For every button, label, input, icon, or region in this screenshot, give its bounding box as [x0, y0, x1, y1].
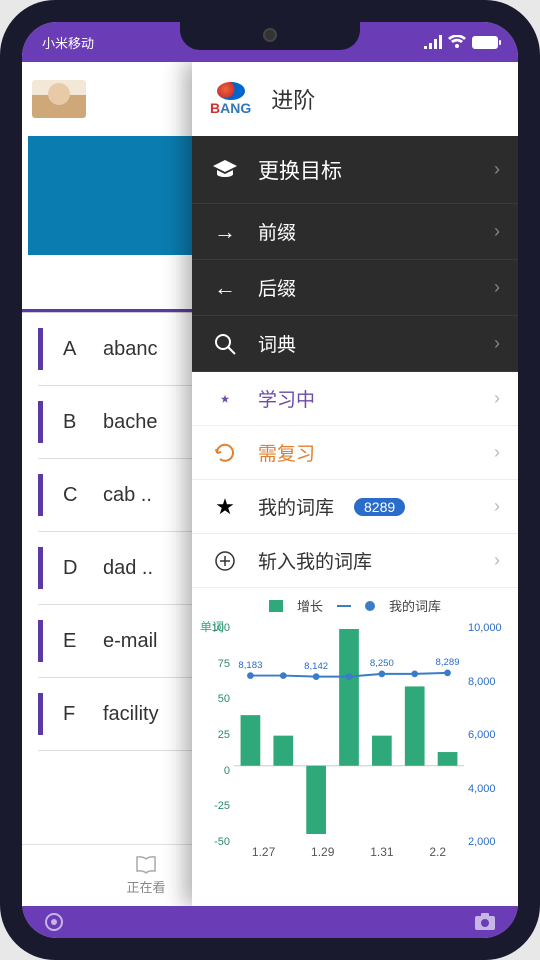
menu-item[interactable]: 斩入我的词库› — [192, 534, 518, 588]
arrow-left-icon: ← — [212, 275, 238, 301]
chevron-right-icon: › — [494, 550, 500, 571]
svg-text:8,183: 8,183 — [238, 660, 262, 671]
book-icon — [135, 856, 157, 874]
chevron-right-icon: › — [494, 442, 500, 463]
signal-icon — [424, 35, 442, 49]
star-icon: ★ — [212, 494, 238, 520]
chevron-right-icon: › — [494, 277, 500, 298]
legend-line-icon — [365, 601, 375, 611]
menu-item-arrow-left[interactable]: ←后缀› — [192, 260, 518, 316]
count-badge: 8289 — [354, 498, 405, 516]
chevron-right-icon: › — [494, 496, 500, 517]
refresh-icon — [212, 443, 238, 463]
menu-item-arrow-right[interactable]: →前缀› — [192, 204, 518, 260]
carrier-label: 小米移动 — [42, 33, 94, 52]
chevron-right-icon: › — [494, 221, 500, 242]
search-icon — [212, 333, 238, 355]
svg-text:8,142: 8,142 — [304, 661, 328, 672]
chevron-right-icon: › — [494, 159, 500, 180]
drawer-title: 进阶 — [271, 83, 315, 115]
avatar[interactable] — [32, 80, 86, 118]
star-half-icon: ⋆ — [212, 386, 238, 412]
svg-text:8,250: 8,250 — [370, 658, 394, 669]
menu-item[interactable]: ★我的词库8289› — [192, 480, 518, 534]
camera-nav-icon[interactable] — [474, 913, 496, 931]
stats-chart: 增长 我的词库 单词 1007550250-25-50 10,0008,0006… — [192, 588, 518, 906]
wifi-icon — [448, 35, 466, 49]
system-nav — [22, 906, 518, 938]
menu-item-search[interactable]: 词典› — [192, 316, 518, 372]
menu-item[interactable]: 需复习› — [192, 426, 518, 480]
cap-icon — [212, 160, 238, 180]
chevron-right-icon: › — [494, 388, 500, 409]
app-logo: BANG — [210, 82, 251, 116]
side-drawer: BANG 进阶 更换目标›→前缀›←后缀›词典› ⋆学习中›需复习› ★ 我的词库 8… — [192, 62, 518, 906]
menu-item[interactable]: ⋆学习中› — [192, 372, 518, 426]
menu-item-cap[interactable]: 更换目标› — [192, 136, 518, 204]
battery-icon — [472, 36, 498, 49]
plus-icon — [212, 551, 238, 571]
legend-bar-icon — [269, 600, 283, 612]
legend-line-label: 我的词库 — [389, 596, 441, 615]
chevron-right-icon: › — [494, 333, 500, 354]
arrow-right-icon: → — [212, 219, 238, 245]
legend-bar-label: 增长 — [297, 596, 323, 615]
svg-text:8,289: 8,289 — [436, 657, 460, 668]
back-nav-icon[interactable] — [44, 912, 64, 932]
